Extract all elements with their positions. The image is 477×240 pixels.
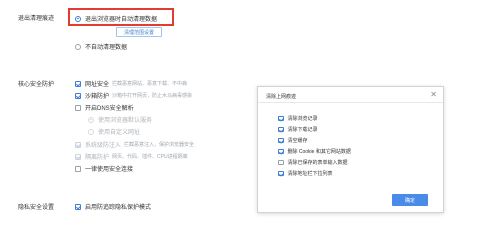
ok-button[interactable]: 确定 <box>392 194 428 206</box>
checkbox-checked-icon[interactable] <box>278 115 284 122</box>
checkbox-label: 开启DNS安全解析 <box>85 106 134 112</box>
checkbox-sandbox[interactable]: 沙箱防护 沙箱中打开网页，防止木马病毒感染 <box>75 91 192 100</box>
radio-auto-clear-label: 退出浏览器时自动清理数据 <box>85 17 158 23</box>
checkbox-hint: 拦截恶意注入，保护浏览器安全 <box>124 142 195 148</box>
checkbox-icon[interactable] <box>278 159 284 166</box>
checkbox-checked-icon[interactable] <box>75 80 81 87</box>
checkbox-disabled-icon <box>75 153 81 160</box>
checkbox-system-inject: 系统级防注入 拦截恶意注入，保护浏览器安全 <box>75 140 194 149</box>
dialog-item-label: 清除浏览记录 <box>287 116 318 122</box>
radio-disabled-icon <box>88 128 94 135</box>
checkbox-label: 网址安全 <box>85 82 110 88</box>
checkbox-dns[interactable]: 开启DNS安全解析 <box>75 103 134 112</box>
dialog-title: 清除上网痕迹 <box>266 94 297 100</box>
checkbox-icon[interactable] <box>75 165 81 172</box>
dialog-item-label: 删除 Cookie 和其它网站数据 <box>287 149 351 155</box>
radio-selected-icon[interactable] <box>75 15 81 22</box>
dialog-item-label: 清空缓存 <box>287 138 308 144</box>
checkbox-hint: 网页、代码、插件、CPU进程隔离 <box>112 154 188 160</box>
section-label-core-security: 核心安全防护 <box>18 82 55 88</box>
radio-label: 使用浏览器默认服务 <box>98 118 153 124</box>
checkbox-label: 隔离防护 <box>85 155 110 161</box>
checkbox-label: 沙箱防护 <box>85 94 110 100</box>
checkbox-checked-icon[interactable] <box>278 148 284 155</box>
clear-settings-button[interactable]: 清理范围设置 <box>116 27 162 37</box>
dialog-checkbox-cookies[interactable]: 删除 Cookie 和其它网站数据 <box>278 148 351 155</box>
checkbox-secure-connection[interactable]: 一律使用安全连接 <box>75 164 133 173</box>
radio-no-auto-clear-label: 不自动清理数据 <box>85 45 128 51</box>
dialog-checkbox-address-bar[interactable]: 清除地址栏下拉列表 <box>278 170 333 177</box>
section-label-privacy: 隐私安全设置 <box>18 205 55 211</box>
checkbox-checked-icon[interactable] <box>278 137 284 144</box>
checkbox-checked-icon[interactable] <box>278 126 284 133</box>
checkbox-checked-icon[interactable] <box>75 203 81 210</box>
checkbox-disabled-icon <box>75 141 81 148</box>
checkbox-checked-icon[interactable] <box>75 92 81 99</box>
close-icon[interactable]: ✕ <box>430 90 437 99</box>
radio-auto-clear[interactable]: 退出浏览器时自动清理数据 <box>75 14 157 23</box>
checkbox-icon[interactable] <box>75 104 81 111</box>
checkbox-checked-icon[interactable] <box>278 170 284 177</box>
dialog-checkbox-form-data[interactable]: 清除已保存的表单输入数据 <box>278 159 348 166</box>
checkbox-label: 启用防追踪隐私保护模式 <box>85 205 152 211</box>
section-label-exit-clear: 退出清理痕迹 <box>18 16 55 22</box>
checkbox-hint: 拦截恶意网站、恶意下载、不中病 <box>112 81 188 87</box>
dialog-item-label: 清除地址栏下拉列表 <box>287 171 333 177</box>
dialog-checkbox-download-history[interactable]: 清除下载记录 <box>278 126 318 133</box>
checkbox-label: 一律使用安全连接 <box>85 167 134 173</box>
dialog-item-label: 清除已保存的表单输入数据 <box>287 160 348 166</box>
checkbox-hint: 沙箱中打开网页，防止木马病毒感染 <box>112 93 193 99</box>
dialog-divider <box>258 102 443 103</box>
dialog-checkbox-cache[interactable]: 清空缓存 <box>278 137 308 144</box>
radio-icon[interactable] <box>75 43 81 50</box>
checkbox-url-security[interactable]: 网址安全 拦截恶意网站、恶意下载、不中病 <box>75 79 187 88</box>
radio-dns-default: 使用浏览器默认服务 <box>88 115 152 124</box>
checkbox-isolation: 隔离防护 网页、代码、插件、CPU进程隔离 <box>75 152 188 161</box>
radio-no-auto-clear[interactable]: 不自动清理数据 <box>75 42 127 51</box>
checkbox-label: 系统级防注入 <box>85 143 122 149</box>
clear-history-dialog: 清除上网痕迹 ✕ 清除浏览记录 清除下载记录 清空缓存 删除 Cookie 和其… <box>257 86 444 213</box>
dialog-item-label: 清除下载记录 <box>287 127 318 133</box>
checkbox-anti-tracking[interactable]: 启用防追踪隐私保护模式 <box>75 202 151 211</box>
radio-disabled-icon <box>88 116 94 123</box>
radio-dns-custom: 使用自定义网址 <box>88 127 140 136</box>
radio-label: 使用自定义网址 <box>98 130 141 136</box>
dialog-checkbox-browse-history[interactable]: 清除浏览记录 <box>278 115 318 122</box>
